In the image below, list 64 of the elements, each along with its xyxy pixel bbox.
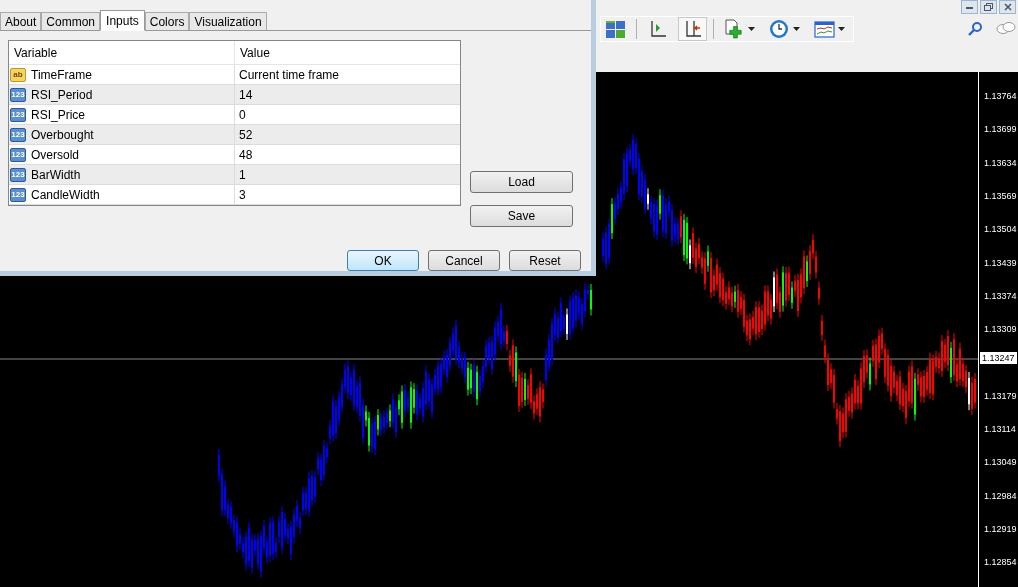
current-price-label: 1.13247 bbox=[980, 352, 1017, 364]
tab[interactable]: Colors bbox=[144, 12, 190, 30]
caret-icon bbox=[838, 27, 845, 31]
dialog-button[interactable]: Cancel bbox=[428, 250, 500, 271]
price-label: 1.13309 bbox=[984, 323, 1017, 336]
variable-value[interactable]: 3 bbox=[235, 185, 460, 204]
clock-icon bbox=[769, 18, 790, 40]
variable-name: RSI_Price bbox=[31, 106, 86, 124]
side-button[interactable]: Save bbox=[470, 205, 573, 227]
tab[interactable]: Visualization bbox=[189, 12, 267, 30]
chat-icon[interactable] bbox=[996, 22, 1016, 36]
variable-value[interactable]: 1 bbox=[235, 165, 460, 184]
variable-name: Overbought bbox=[31, 126, 94, 144]
toolbar-button[interactable] bbox=[678, 17, 707, 41]
dialog-button[interactable]: Reset bbox=[509, 250, 581, 271]
price-label: 1.13699 bbox=[984, 123, 1017, 136]
column-header[interactable]: Value bbox=[235, 41, 460, 64]
tab[interactable]: Inputs bbox=[100, 10, 145, 31]
number-type-icon: 123 bbox=[10, 87, 26, 102]
minimize-icon bbox=[966, 5, 973, 9]
price-label: 1.13114 bbox=[984, 423, 1016, 435]
number-type-icon: 123 bbox=[10, 167, 26, 182]
number-type-icon: 123 bbox=[10, 187, 26, 202]
chart-template-icon bbox=[814, 18, 835, 40]
column-header[interactable]: Variable bbox=[9, 41, 235, 64]
caret-icon bbox=[793, 27, 800, 31]
tab[interactable]: Common bbox=[41, 12, 101, 30]
side-button[interactable]: Load bbox=[470, 171, 573, 193]
text-type-icon: ab bbox=[10, 67, 26, 82]
minimize-button[interactable] bbox=[961, 0, 978, 14]
price-label: 1.12919 bbox=[984, 522, 1017, 535]
variable-name: BarWidth bbox=[31, 166, 81, 184]
price-label: 1.13049 bbox=[984, 456, 1017, 469]
add-document-icon bbox=[724, 18, 745, 40]
tab[interactable]: About bbox=[0, 12, 42, 30]
variable-value[interactable]: 0 bbox=[235, 105, 460, 124]
dialog-button[interactable]: OK bbox=[347, 250, 419, 271]
number-type-icon: 123 bbox=[10, 147, 26, 162]
variable-name: CandleWidth bbox=[31, 186, 100, 204]
restore-button[interactable] bbox=[980, 0, 997, 14]
number-type-icon: 123 bbox=[10, 107, 26, 122]
restore-icon bbox=[984, 3, 993, 11]
number-type-icon: 123 bbox=[10, 127, 26, 142]
variable-value[interactable]: 14 bbox=[235, 85, 460, 104]
close-button[interactable] bbox=[999, 0, 1016, 14]
variable-value[interactable]: Current time frame bbox=[235, 65, 460, 84]
price-label: 1.13569 bbox=[984, 189, 1017, 202]
price-label: 1.12854 bbox=[984, 556, 1017, 569]
variable-value[interactable]: 52 bbox=[235, 125, 460, 144]
price-label: 1.13764 bbox=[984, 90, 1017, 102]
price-label: 1.13179 bbox=[984, 389, 1017, 402]
variable-name: RSI_Period bbox=[31, 86, 93, 104]
variable-value[interactable]: 48 bbox=[235, 145, 460, 164]
variable-name: Oversold bbox=[31, 146, 80, 164]
price-label: 1.13504 bbox=[984, 223, 1017, 236]
tile-windows-icon bbox=[605, 18, 626, 40]
price-label: 1.12984 bbox=[984, 489, 1017, 502]
price-label: 1.13374 bbox=[984, 289, 1017, 302]
variable-name: TimeFrame bbox=[31, 66, 92, 84]
close-icon bbox=[1003, 3, 1012, 11]
price-label: 1.13634 bbox=[984, 156, 1017, 169]
search-icon[interactable] bbox=[968, 22, 982, 36]
price-label: 1.13439 bbox=[984, 256, 1017, 269]
caret-icon bbox=[748, 27, 755, 31]
